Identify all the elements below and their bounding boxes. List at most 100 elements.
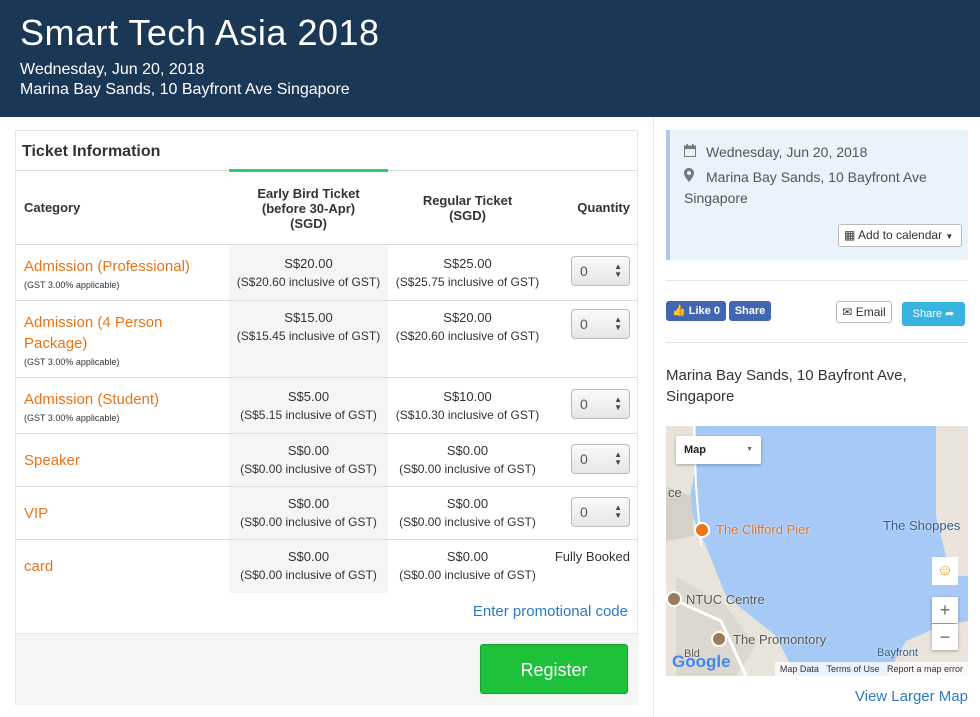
quantity-select[interactable]: 0 ▲ ▼ xyxy=(571,309,630,339)
ticket-table: Category Early Bird Ticket (before 30-Ap… xyxy=(16,169,638,593)
restaurant-poi-icon[interactable] xyxy=(694,522,710,538)
early-bird-price-cell: S$5.00 (S$5.15 inclusive of GST) xyxy=(229,377,388,434)
map-type-label: Map xyxy=(684,444,706,456)
early-bird-price-cell: S$0.00 (S$0.00 inclusive of GST) xyxy=(229,433,388,487)
ticket-category-name[interactable]: Admission (Professional) xyxy=(24,256,229,277)
gst-note: (GST 3.00% applicable) xyxy=(24,279,120,290)
up-down-arrows-icon: ▲ ▼ xyxy=(614,315,622,332)
facebook-like-label: Like 0 xyxy=(688,305,720,317)
regular-price-incl-gst: (S$10.30 inclusive of GST) xyxy=(395,407,540,422)
column-divider xyxy=(653,117,654,717)
venue-map[interactable]: Map ▼ ce The Clifford Pier The Shoppes N… xyxy=(666,426,968,676)
map-label-promontory[interactable]: The Promontory xyxy=(733,632,826,647)
quantity-select[interactable]: 0 ▲ ▼ xyxy=(571,389,630,419)
venue-address: Marina Bay Sands, 10 Bayfront Ave, Singa… xyxy=(666,367,907,405)
quantity-select[interactable]: 0 ▲ ▼ xyxy=(571,443,630,474)
ticket-row-admission-professional: Admission (Professional) (GST 3.00% appl… xyxy=(16,244,638,301)
landmark-poi-icon[interactable] xyxy=(711,631,727,647)
event-venue: Marina Bay Sands, 10 Bayfront Ave Singap… xyxy=(20,81,350,98)
early-bird-price: S$15.00 xyxy=(284,310,333,325)
map-type-select[interactable]: Map ▼ xyxy=(676,436,761,464)
register-button[interactable]: Register xyxy=(480,644,628,694)
regular-price-cell: S$25.00 (S$25.75 inclusive of GST) xyxy=(388,244,547,301)
ticket-category-name-line1: Admission (4 Person xyxy=(24,313,163,331)
info-venue-line1: Marina Bay Sands, 10 Bayfront Ave xyxy=(706,169,927,185)
map-label-ntuc-centre[interactable]: NTUC Centre xyxy=(686,592,765,607)
zoom-in-button[interactable]: + xyxy=(932,597,958,623)
quantity-select[interactable]: 0 ▲ ▼ xyxy=(571,256,630,286)
regular-price: S$0.00 xyxy=(446,443,489,458)
ticket-section-title: Ticket Information xyxy=(22,143,161,160)
building-poi-icon[interactable] xyxy=(666,591,682,607)
ticket-category-name[interactable]: Admission (Student) xyxy=(24,389,229,410)
caret-down-icon: ▼ xyxy=(945,232,954,241)
ticket-row-speaker: Speaker S$0.00 (S$0.00 inclusive of GST)… xyxy=(16,433,638,487)
regular-price: S$0.00 xyxy=(446,496,489,511)
quantity-value: 0 xyxy=(580,263,588,279)
early-bird-price-cell: S$20.00 (S$20.60 inclusive of GST) xyxy=(229,244,388,301)
early-bird-price: S$0.00 xyxy=(287,496,330,511)
promo-code-link[interactable]: Enter promotional code xyxy=(473,603,628,620)
early-bird-price: S$0.00 xyxy=(287,549,330,565)
map-label-clifford-pier[interactable]: The Clifford Pier xyxy=(716,522,810,537)
fully-booked-status: Fully Booked xyxy=(554,549,630,564)
ticket-table-header: Category Early Bird Ticket (before 30-Ap… xyxy=(16,169,638,245)
ticket-row-vip: VIP S$0.00 (S$0.00 inclusive of GST) S$0… xyxy=(16,486,638,540)
regular-price-incl-gst: (S$0.00 inclusive of GST) xyxy=(399,462,536,476)
up-down-arrows-icon: ▲ ▼ xyxy=(614,262,622,279)
ticket-category-name[interactable]: Admission (4 Person Package) xyxy=(24,312,229,354)
early-bird-price-cell: S$15.00 (S$15.45 inclusive of GST) xyxy=(229,300,388,378)
quantity-cell: 0 ▲ ▼ xyxy=(547,300,638,378)
map-label-bayfront[interactable]: Bayfront xyxy=(877,647,918,659)
early-bird-price-cell: S$0.00 (S$0.00 inclusive of GST) xyxy=(229,486,388,540)
map-data-link[interactable]: Map Data xyxy=(780,664,819,674)
terms-of-use-link[interactable]: Terms of Use xyxy=(826,664,879,674)
up-down-arrows-icon: ▲ ▼ xyxy=(614,502,622,520)
ticket-category-cell: VIP xyxy=(16,486,229,540)
quantity-select[interactable]: 0 ▲ ▼ xyxy=(571,496,630,527)
early-bird-header-line1: Early Bird Ticket xyxy=(257,185,360,201)
quantity-cell: 0 ▲ ▼ xyxy=(547,486,638,540)
up-down-arrows-icon: ▲ ▼ xyxy=(614,395,622,412)
zoom-out-button[interactable]: − xyxy=(932,624,958,650)
early-bird-price-incl-gst: (S$15.45 inclusive of GST) xyxy=(236,329,381,343)
ticket-category-name[interactable]: Speaker xyxy=(24,450,229,471)
google-logo: Google xyxy=(672,652,731,671)
early-bird-header-line3: (SGD) xyxy=(290,215,327,231)
share-arrow-icon: ➦ xyxy=(945,308,955,320)
regular-price: S$25.00 xyxy=(443,255,492,271)
quantity-cell: 0 ▲ ▼ xyxy=(547,377,638,434)
ticket-row-admission-4-person: Admission (4 Person Package) (GST 3.00% … xyxy=(16,300,638,378)
gst-note: (GST 3.00% applicable) xyxy=(24,412,120,423)
quantity-cell: 0 ▲ ▼ xyxy=(547,433,638,487)
ticket-category-name[interactable]: card xyxy=(24,556,229,577)
early-bird-price: S$20.00 xyxy=(284,255,333,271)
facebook-like-button[interactable]: 👍 Like 0 xyxy=(666,301,726,321)
ticket-category-name-line2: Package) xyxy=(24,334,88,352)
email-label: Email xyxy=(855,305,886,319)
caret-down-icon: ▼ xyxy=(746,446,753,453)
early-bird-header-line2: (before 30-Apr) xyxy=(261,200,356,216)
regular-header-line2: (SGD) xyxy=(449,207,486,223)
view-larger-map-link[interactable]: View Larger Map xyxy=(855,688,968,705)
sidebar-divider xyxy=(666,280,968,281)
share-button[interactable]: Share ➦ xyxy=(902,302,965,326)
quantity-value: 0 xyxy=(580,503,588,520)
ticket-category-name[interactable]: VIP xyxy=(24,503,229,524)
add-to-calendar-button[interactable]: ▦ Add to calendar ▼ xyxy=(838,224,962,247)
map-label-shoppes[interactable]: The Shoppes xyxy=(883,518,960,533)
early-bird-column-header: Early Bird Ticket (before 30-Apr) (SGD) xyxy=(229,169,388,245)
up-down-arrows-icon: ▲ ▼ xyxy=(614,449,622,467)
sidebar-divider xyxy=(666,342,968,343)
ticket-row-admission-student: Admission (Student) (GST 3.00% applicabl… xyxy=(16,377,638,434)
regular-price-cell: S$0.00 (S$0.00 inclusive of GST) xyxy=(388,433,547,487)
pegman-icon[interactable]: ☺ xyxy=(932,557,958,585)
facebook-share-button[interactable]: Share xyxy=(729,301,771,321)
report-map-error-link[interactable]: Report a map error xyxy=(887,664,963,674)
email-button[interactable]: ✉ Email xyxy=(836,301,892,323)
envelope-icon: ✉ xyxy=(842,305,853,319)
category-column-header: Category xyxy=(16,170,229,245)
regular-price: S$0.00 xyxy=(446,549,489,565)
ticket-row-card: card S$0.00 (S$0.00 inclusive of GST) S$… xyxy=(16,539,638,593)
info-venue-line2: Singapore xyxy=(684,190,748,206)
